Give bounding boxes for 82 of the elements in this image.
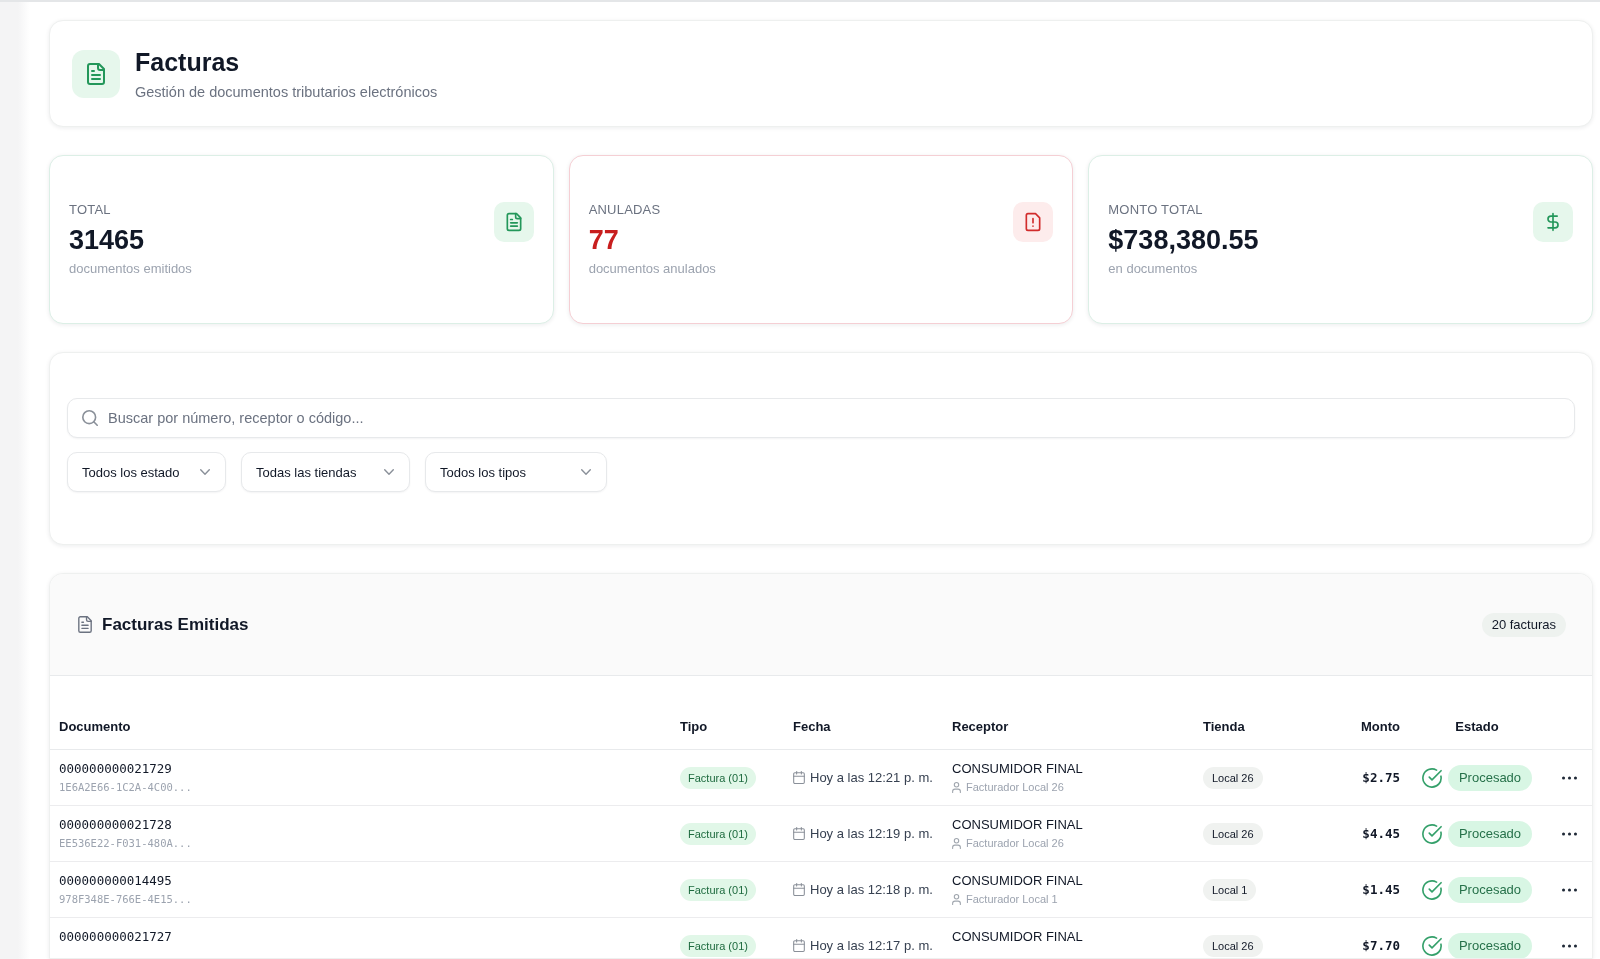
document-code: EE536E22-F031-480A... — [59, 836, 192, 850]
calendar-icon — [793, 883, 805, 896]
document-code: 1E6A2E66-1C2A-4C00... — [59, 780, 192, 794]
check-circle-icon — [1421, 935, 1442, 956]
document-exclamation-icon — [1013, 202, 1054, 242]
document-type-tag: Factura (01) — [680, 766, 756, 789]
status-tag: Procesado — [1447, 820, 1533, 847]
date-text: Hoy a las 12:18 p. m. — [810, 881, 933, 898]
status-tag: Procesado — [1447, 764, 1533, 791]
search-icon — [82, 410, 98, 426]
stat-value: $738,380.55 — [1108, 224, 1259, 256]
store-tag: Local 26 — [1203, 822, 1263, 845]
filter-dropdown[interactable]: Todos los estado — [67, 452, 226, 492]
column-header: Receptor — [952, 719, 1009, 735]
document-number: 000000000021728 — [59, 817, 172, 833]
issuer-name: Facturador Local 26 — [966, 836, 1064, 850]
amount-text: $4.45 — [1362, 825, 1400, 842]
amount-text: $1.45 — [1362, 881, 1400, 898]
status-tag: Procesado — [1447, 932, 1533, 958]
stat-caption: documentos emitidos — [69, 261, 192, 277]
stat-label: MONTO TOTAL — [1108, 202, 1203, 218]
date-text: Hoy a las 12:21 p. m. — [810, 769, 933, 786]
receiver-name: CONSUMIDOR FINAL — [952, 873, 1083, 889]
chevron-down-icon — [200, 469, 210, 475]
store-tag: Local 26 — [1203, 934, 1263, 957]
check-circle-icon — [1421, 879, 1442, 900]
column-header: Tienda — [1203, 719, 1245, 735]
dollar-sign-icon — [1533, 202, 1573, 242]
document-type-tag: Factura (01) — [680, 934, 756, 957]
document-icon — [72, 49, 120, 98]
page-title: Facturas — [135, 46, 240, 77]
date-text: Hoy a las 12:19 p. m. — [810, 825, 933, 842]
more-options-icon[interactable] — [1561, 775, 1577, 780]
more-options-icon[interactable] — [1561, 887, 1577, 892]
count-tag: 20 facturas — [1481, 612, 1566, 637]
document-icon — [493, 202, 534, 242]
filter-dropdown[interactable]: Todos los tipos — [425, 452, 607, 492]
column-header: Estado — [1455, 719, 1499, 735]
check-circle-icon — [1421, 767, 1442, 788]
column-header: Monto — [1361, 719, 1400, 735]
issuer-name: Facturador Local 1 — [966, 892, 1058, 906]
document-icon — [78, 616, 92, 633]
stat-caption: documentos anulados — [588, 261, 716, 277]
calendar-icon — [793, 827, 805, 840]
stat-value: 77 — [588, 224, 619, 256]
stat-caption: en documentos — [1108, 261, 1198, 277]
user-icon — [952, 837, 961, 849]
status-tag: Procesado — [1447, 876, 1533, 903]
filter-dropdown[interactable]: Todas las tiendas — [241, 452, 410, 492]
more-options-icon[interactable] — [1561, 943, 1577, 948]
search-field[interactable]: Buscar por número, receptor o código... — [67, 398, 1575, 438]
document-type-tag: Factura (01) — [680, 878, 756, 901]
store-tag: Local 26 — [1203, 766, 1263, 789]
document-code: 978F348E-766E-4E15... — [59, 892, 192, 906]
column-header: Fecha — [793, 719, 831, 735]
issuer-name: Facturador Local 26 — [966, 780, 1064, 794]
table-title: Facturas Emitidas — [102, 613, 249, 636]
date-text: Hoy a las 12:17 p. m. — [810, 937, 933, 954]
page-subtitle: Gestión de documentos tributarios electrónicos — [135, 82, 438, 101]
column-header: Tipo — [680, 719, 708, 735]
column-header: Documento — [59, 719, 131, 735]
calendar-icon — [793, 771, 805, 784]
receiver-name: CONSUMIDOR FINAL — [952, 929, 1083, 945]
stat-label: ANULADAS — [588, 202, 661, 218]
receiver-name: CONSUMIDOR FINAL — [952, 761, 1083, 777]
document-number: 000000000021727 — [59, 929, 172, 945]
amount-text: $2.75 — [1362, 769, 1400, 786]
document-type-tag: Factura (01) — [680, 822, 756, 845]
user-icon — [952, 781, 961, 793]
stat-label: TOTAL — [69, 202, 111, 218]
stat-value: 31465 — [69, 224, 145, 256]
document-number: 000000000021729 — [59, 761, 172, 777]
store-tag: Local 1 — [1203, 878, 1257, 901]
chevron-down-icon — [581, 469, 591, 475]
chevron-down-icon — [384, 469, 394, 475]
check-circle-icon — [1421, 823, 1442, 844]
document-number: 000000000014495 — [59, 873, 172, 889]
amount-text: $7.70 — [1362, 937, 1400, 954]
receiver-name: CONSUMIDOR FINAL — [952, 817, 1083, 833]
more-options-icon[interactable] — [1561, 831, 1577, 836]
calendar-icon — [793, 939, 805, 952]
user-icon — [952, 893, 961, 905]
